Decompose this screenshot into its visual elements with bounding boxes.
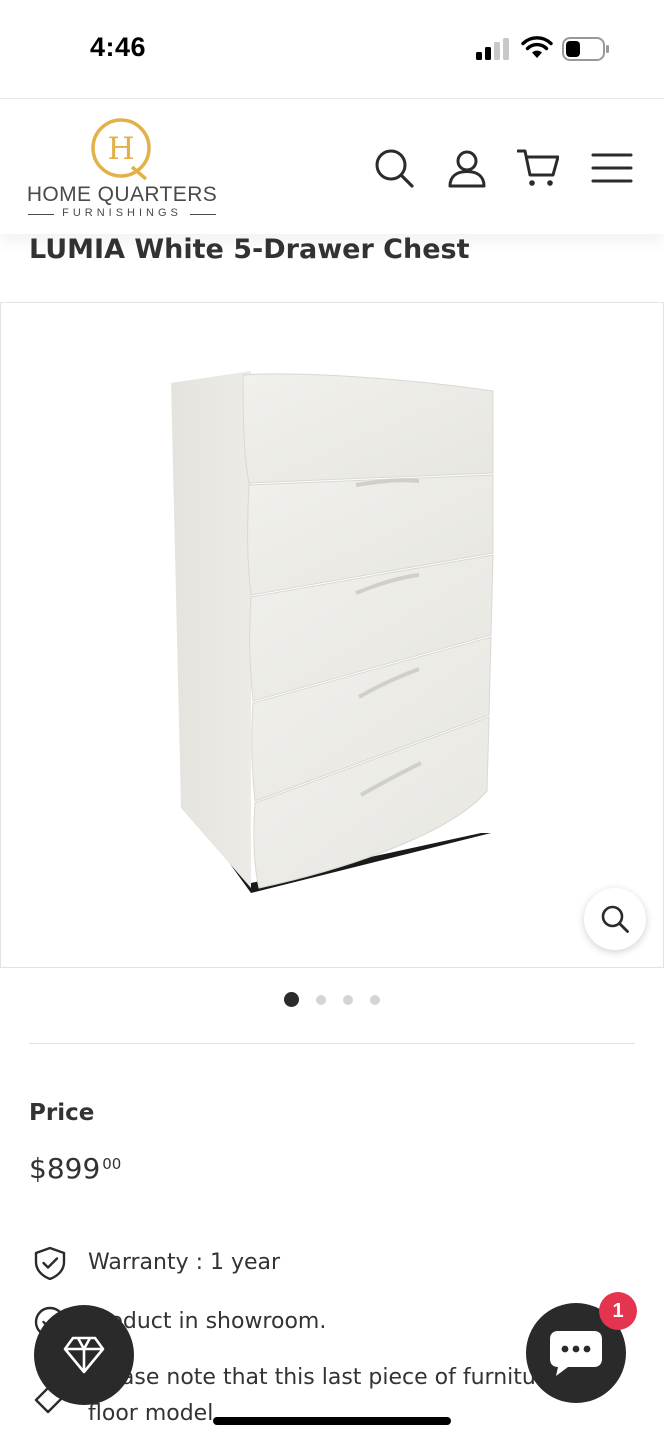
zoom-button[interactable]	[584, 888, 646, 950]
diamond-icon	[63, 1336, 105, 1374]
feature-text: Please note that this last piece of furn…	[88, 1365, 603, 1390]
product-price: $899 00	[29, 1152, 121, 1185]
price-label: Price	[29, 1100, 95, 1126]
logo-name: HOME QUARTERS	[26, 183, 218, 206]
svg-text:H: H	[107, 131, 134, 167]
feature-text-line2: floor model	[88, 1401, 214, 1426]
gallery-dot[interactable]	[284, 992, 299, 1007]
magnifier-icon	[601, 905, 629, 933]
chat-notification-badge: 1	[599, 1292, 637, 1330]
chat-bubble-icon	[550, 1331, 602, 1376]
price-cents: 00	[102, 1155, 122, 1173]
price-amount: $899	[29, 1152, 101, 1185]
shield-check-icon	[34, 1246, 66, 1280]
feature-warranty: Warranty : 1 year	[29, 1244, 649, 1284]
status-time: 4:46	[90, 32, 147, 62]
home-quarters-logo[interactable]: H HOME QUARTERS FURNISHINGS	[26, 113, 218, 223]
gallery-dot[interactable]	[370, 995, 380, 1005]
gallery-pagination	[0, 992, 664, 1008]
product-gallery[interactable]	[0, 302, 664, 968]
dresser-product-image	[171, 371, 494, 893]
feature-text: Warranty : 1 year	[88, 1250, 281, 1275]
home-indicator	[213, 1417, 451, 1425]
search-icon[interactable]	[373, 147, 415, 189]
cart-icon[interactable]	[516, 147, 560, 189]
cellular-signal-icon	[476, 38, 509, 60]
product-title: LUMIA White 5-Drawer Chest	[29, 234, 470, 265]
hq-monogram-icon: H	[91, 118, 151, 181]
logo-rule-right	[190, 214, 216, 215]
wifi-icon	[521, 36, 553, 58]
gallery-dot[interactable]	[316, 995, 326, 1005]
status-bar: 4:46	[0, 0, 664, 98]
account-icon[interactable]	[446, 147, 488, 189]
logo-subtitle: FURNISHINGS	[62, 207, 182, 219]
battery-icon	[562, 37, 609, 61]
menu-icon[interactable]	[591, 147, 633, 189]
divider	[29, 1043, 635, 1044]
rewards-button[interactable]	[34, 1305, 134, 1405]
site-header: H HOME QUARTERS FURNISHINGS	[0, 98, 664, 234]
gallery-dot[interactable]	[343, 995, 353, 1005]
